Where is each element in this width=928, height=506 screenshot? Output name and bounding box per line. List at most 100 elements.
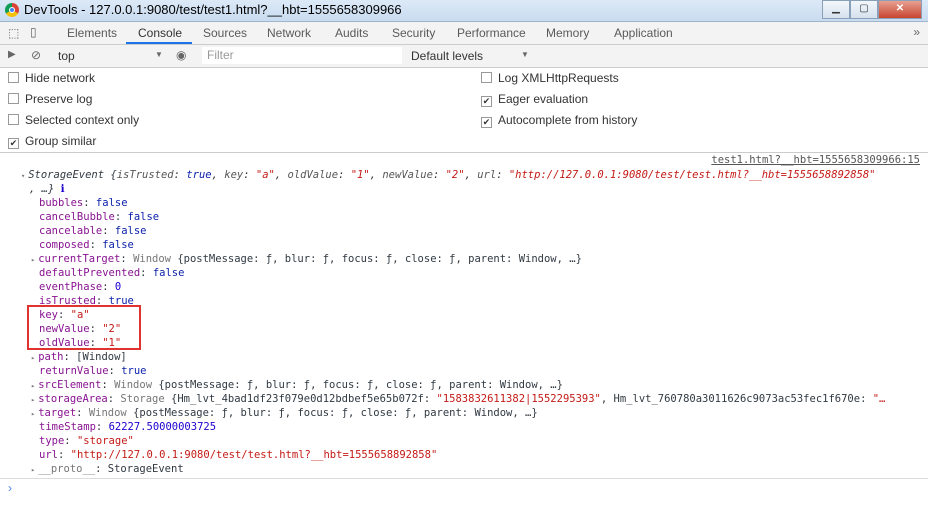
token: {Hm_lvt_4bad1df23f079e0d12bdbef5e65b072f… [171, 393, 437, 405]
setting-label: Preserve log [25, 92, 93, 106]
console-line: defaultPrevented: false [39, 266, 184, 280]
token: : [83, 197, 96, 209]
minimize-button[interactable]: ▁ [822, 0, 850, 19]
token: target [38, 407, 77, 419]
console-line: cancelable: false [39, 224, 146, 238]
expand-right-icon[interactable]: ▸ [31, 256, 35, 264]
setting-hide-network[interactable]: Hide network [8, 71, 95, 85]
console-line[interactable]: ▸ target: Window {postMessage: ƒ, blur: ƒ… [31, 406, 538, 420]
checkbox[interactable]: ✔ [8, 138, 19, 149]
more-icon[interactable]: » [913, 25, 920, 39]
tab-elements[interactable]: Elements [67, 26, 117, 40]
context-select[interactable]: top [58, 49, 75, 63]
token: : [95, 421, 109, 433]
source-link[interactable]: test1.html?__hbt=1555658309966:15 [711, 154, 920, 166]
expand-right-icon[interactable]: ▸ [31, 466, 35, 474]
console-line[interactable]: ▸ srcElement: Window {postMessage: ƒ, blu… [31, 378, 563, 392]
token: : [432, 169, 446, 181]
tab-sources[interactable]: Sources [203, 26, 247, 40]
eye-icon[interactable]: ◉ [176, 48, 186, 62]
filter-input[interactable]: Filter [202, 47, 402, 64]
console-line: bubbles: false [39, 196, 128, 210]
active-tab-indicator [126, 42, 192, 44]
token: newValue [382, 169, 433, 181]
maximize-button[interactable]: ▢ [850, 0, 878, 19]
token: {postMessage: ƒ, blur: ƒ, focus: ƒ, clos… [133, 407, 538, 419]
close-button[interactable]: ✕ [878, 0, 922, 19]
checkbox[interactable] [481, 72, 492, 83]
setting-label: Selected context only [25, 113, 140, 127]
checkbox[interactable] [8, 93, 19, 104]
tab-audits[interactable]: Audits [335, 26, 368, 40]
token: false [127, 211, 160, 223]
setting-preserve-log[interactable]: Preserve log [8, 92, 92, 106]
chevron-down-icon[interactable]: ▼ [155, 50, 163, 59]
expand-right-icon[interactable]: ▸ [31, 382, 35, 390]
device-toggle-icon[interactable]: ▯ [30, 25, 37, 39]
chrome-logo-icon [5, 3, 19, 17]
log-levels-select[interactable]: Default levels [411, 49, 483, 63]
tab-memory[interactable]: Memory [546, 26, 589, 40]
tab-console[interactable]: Console [138, 26, 182, 40]
checkbox[interactable] [8, 72, 19, 83]
title-bar: DevTools - 127.0.0.1:9080/test/test1.htm… [0, 0, 928, 22]
expand-right-icon[interactable]: ▸ [31, 396, 35, 404]
clear-console-icon[interactable]: ⊘ [31, 48, 41, 62]
console-line: type: "storage" [39, 434, 134, 448]
token: isTrusted [116, 169, 174, 181]
setting-eager-evaluation[interactable]: ✔ Eager evaluation [481, 92, 588, 107]
tab-security[interactable]: Security [392, 26, 435, 40]
token: cancelBubble [39, 211, 115, 223]
setting-label: Autocomplete from history [498, 113, 638, 127]
console-output: test1.html?__hbt=1555658309966:15 ▾ Stora… [0, 153, 928, 478]
token: [Window] [76, 351, 127, 363]
console-prompt[interactable]: › [0, 478, 928, 501]
console-line[interactable]: ▸ __proto__: StorageEvent [31, 462, 184, 476]
token: true [121, 365, 147, 377]
token: : [102, 281, 115, 293]
token: oldValue [287, 169, 339, 181]
highlight-box [27, 305, 141, 350]
token: : [114, 211, 128, 223]
checkbox[interactable] [8, 114, 19, 125]
sidebar-toggle-icon[interactable]: ▶ [8, 49, 16, 60]
token: "1" [350, 169, 370, 181]
token: eventPhase [39, 281, 103, 293]
tab-application[interactable]: Application [614, 26, 673, 40]
token: __proto__ [38, 463, 96, 475]
token: , …} [29, 183, 61, 195]
levels-chevron-icon[interactable]: ▼ [521, 50, 529, 59]
console-line: eventPhase: 0 [39, 280, 121, 294]
tab-network[interactable]: Network [267, 26, 311, 40]
token: "a" [255, 169, 275, 181]
token: Window [114, 379, 159, 391]
setting-autocomplete-from-history[interactable]: ✔ Autocomplete from history [481, 113, 637, 128]
expand-right-icon[interactable]: ▸ [31, 354, 35, 362]
token: "storage" [76, 435, 134, 447]
token: : [102, 225, 115, 237]
checkbox[interactable]: ✔ [481, 117, 492, 128]
token: currentTarget [38, 253, 121, 265]
tab-performance[interactable]: Performance [457, 26, 526, 40]
token: : [89, 239, 103, 251]
token: storageArea [38, 393, 108, 405]
devtools-tab-bar: ⬚ ▯ Elements Console Sources Network Audits S… [0, 22, 928, 45]
token: Storage [120, 393, 171, 405]
setting-log-xmlhttprequests[interactable]: Log XMLHttpRequests [481, 71, 619, 85]
console-settings: Hide network Preserve log Selected context… [0, 68, 928, 153]
token: key [224, 169, 244, 181]
expand-down-icon[interactable]: ▾ [21, 172, 25, 180]
checkbox[interactable]: ✔ [481, 96, 492, 107]
token: : [107, 393, 121, 405]
setting-selected-context-only[interactable]: Selected context only [8, 113, 139, 127]
token: timeStamp [39, 421, 96, 433]
inspect-element-icon[interactable]: ⬚ [8, 26, 19, 40]
console-line[interactable]: ▸ storageArea: Storage {Hm_lvt_4bad1df23f… [31, 392, 885, 406]
console-line[interactable]: ▾ StorageEvent {isTrusted: true, key: "a"… [21, 168, 876, 182]
setting-group-similar[interactable]: ✔ Group similar [8, 134, 96, 149]
token: : [76, 407, 89, 419]
token: true [186, 169, 212, 181]
expand-right-icon[interactable]: ▸ [31, 410, 35, 418]
console-line[interactable]: ▸ currentTarget: Window {postMessage: ƒ, … [31, 252, 582, 266]
console-line[interactable]: ▸ path: [Window] [31, 350, 127, 364]
